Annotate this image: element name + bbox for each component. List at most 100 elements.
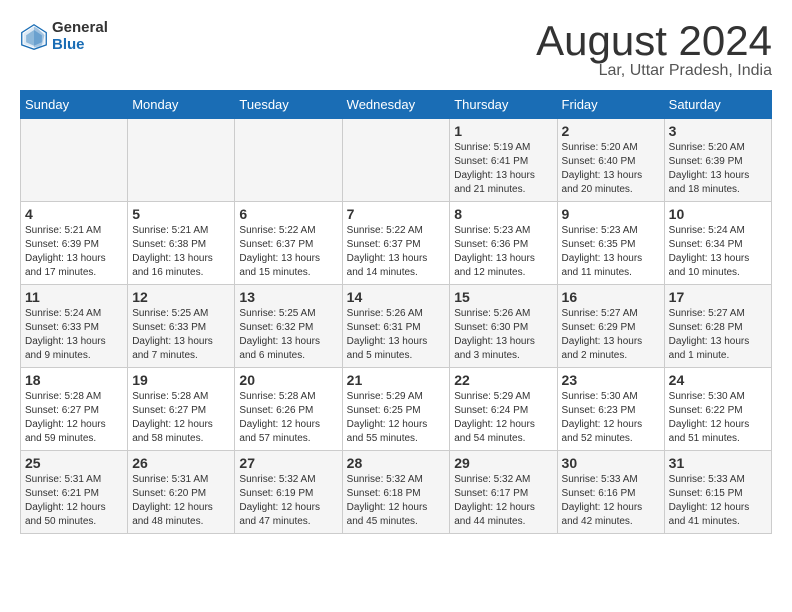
- calendar-cell: 25Sunrise: 5:31 AM Sunset: 6:21 PM Dayli…: [21, 451, 128, 534]
- logo-text: General Blue: [52, 20, 108, 53]
- day-info: Sunrise: 5:23 AM Sunset: 6:36 PM Dayligh…: [454, 224, 552, 280]
- day-info: Sunrise: 5:21 AM Sunset: 6:38 PM Dayligh…: [132, 224, 230, 280]
- day-info: Sunrise: 5:20 AM Sunset: 6:40 PM Dayligh…: [562, 141, 660, 197]
- calendar-cell: 13 Sunrise: 5:25 AM Sunset: 6:32 PM Dayli…: [235, 285, 342, 368]
- calendar-cell: 1 Sunrise: 5:19 AM Sunset: 6:41 PM Daylig…: [450, 119, 557, 202]
- day-number: 1: [454, 123, 552, 139]
- day-info: Sunrise: 5:24 AM Sunset: 6:34 PM Dayligh…: [669, 224, 767, 280]
- calendar-cell: [128, 119, 235, 202]
- day-number: 27: [239, 455, 337, 471]
- day-number: 25: [25, 455, 123, 471]
- day-info: Sunrise: 5:28 AM Sunset: 6:27 PM Dayligh…: [25, 390, 123, 446]
- location-subtitle: Lar, Uttar Pradesh, India: [536, 62, 772, 80]
- calendar-week-2: 4 Sunrise: 5:21 AM Sunset: 6:39 PM Daylig…: [21, 202, 772, 285]
- day-number: 29: [454, 455, 552, 471]
- header-cell-wednesday: Wednesday: [342, 91, 450, 119]
- day-info: Sunrise: 5:24 AM Sunset: 6:33 PM Dayligh…: [25, 307, 123, 363]
- logo-blue: Blue: [52, 37, 108, 54]
- day-number: 12: [132, 289, 230, 305]
- day-number: 16: [562, 289, 660, 305]
- calendar-cell: 18 Sunrise: 5:28 AM Sunset: 6:27 PM Dayli…: [21, 368, 128, 451]
- day-info: Sunrise: 5:25 AM Sunset: 6:32 PM Dayligh…: [239, 307, 337, 363]
- calendar-cell: 30Sunrise: 5:33 AM Sunset: 6:16 PM Dayli…: [557, 451, 664, 534]
- calendar-cell: 19 Sunrise: 5:28 AM Sunset: 6:27 PM Dayli…: [128, 368, 235, 451]
- day-info: Sunrise: 5:30 AM Sunset: 6:23 PM Dayligh…: [562, 390, 660, 446]
- day-info: Sunrise: 5:29 AM Sunset: 6:24 PM Dayligh…: [454, 390, 552, 446]
- day-info: Sunrise: 5:28 AM Sunset: 6:27 PM Dayligh…: [132, 390, 230, 446]
- calendar-cell: 31Sunrise: 5:33 AM Sunset: 6:15 PM Dayli…: [664, 451, 771, 534]
- calendar-cell: [342, 119, 450, 202]
- day-number: 19: [132, 372, 230, 388]
- calendar-cell: 21Sunrise: 5:29 AM Sunset: 6:25 PM Dayli…: [342, 368, 450, 451]
- day-info: Sunrise: 5:26 AM Sunset: 6:31 PM Dayligh…: [347, 307, 446, 363]
- day-number: 22: [454, 372, 552, 388]
- calendar-cell: [235, 119, 342, 202]
- day-info: Sunrise: 5:32 AM Sunset: 6:17 PM Dayligh…: [454, 473, 552, 529]
- day-info: Sunrise: 5:19 AM Sunset: 6:41 PM Dayligh…: [454, 141, 552, 197]
- calendar-cell: 20Sunrise: 5:28 AM Sunset: 6:26 PM Dayli…: [235, 368, 342, 451]
- calendar-cell: 2 Sunrise: 5:20 AM Sunset: 6:40 PM Daylig…: [557, 119, 664, 202]
- calendar-cell: 24 Sunrise: 5:30 AM Sunset: 6:22 PM Dayli…: [664, 368, 771, 451]
- day-number: 23: [562, 372, 660, 388]
- day-number: 14: [347, 289, 446, 305]
- day-number: 8: [454, 206, 552, 222]
- header-cell-thursday: Thursday: [450, 91, 557, 119]
- day-number: 2: [562, 123, 660, 139]
- day-number: 5: [132, 206, 230, 222]
- day-number: 15: [454, 289, 552, 305]
- day-number: 31: [669, 455, 767, 471]
- calendar-cell: 4 Sunrise: 5:21 AM Sunset: 6:39 PM Daylig…: [21, 202, 128, 285]
- day-info: Sunrise: 5:22 AM Sunset: 6:37 PM Dayligh…: [239, 224, 337, 280]
- day-number: 26: [132, 455, 230, 471]
- day-info: Sunrise: 5:32 AM Sunset: 6:19 PM Dayligh…: [239, 473, 337, 529]
- logo-general: General: [52, 20, 108, 37]
- day-number: 13: [239, 289, 337, 305]
- logo-icon: [20, 23, 48, 51]
- day-number: 4: [25, 206, 123, 222]
- calendar-cell: 22 Sunrise: 5:29 AM Sunset: 6:24 PM Dayli…: [450, 368, 557, 451]
- logo: General Blue: [20, 20, 108, 53]
- day-number: 10: [669, 206, 767, 222]
- calendar-week-3: 11Sunrise: 5:24 AM Sunset: 6:33 PM Dayli…: [21, 285, 772, 368]
- day-number: 6: [239, 206, 337, 222]
- day-info: Sunrise: 5:30 AM Sunset: 6:22 PM Dayligh…: [669, 390, 767, 446]
- day-info: Sunrise: 5:25 AM Sunset: 6:33 PM Dayligh…: [132, 307, 230, 363]
- month-title: August 2024: [536, 20, 772, 62]
- calendar-cell: 26 Sunrise: 5:31 AM Sunset: 6:20 PM Dayli…: [128, 451, 235, 534]
- day-info: Sunrise: 5:21 AM Sunset: 6:39 PM Dayligh…: [25, 224, 123, 280]
- calendar-cell: 17 Sunrise: 5:27 AM Sunset: 6:28 PM Dayli…: [664, 285, 771, 368]
- header-cell-sunday: Sunday: [21, 91, 128, 119]
- day-info: Sunrise: 5:33 AM Sunset: 6:16 PM Dayligh…: [562, 473, 660, 529]
- title-block: August 2024 Lar, Uttar Pradesh, India: [536, 20, 772, 80]
- day-number: 9: [562, 206, 660, 222]
- day-info: Sunrise: 5:26 AM Sunset: 6:30 PM Dayligh…: [454, 307, 552, 363]
- calendar-week-1: 1 Sunrise: 5:19 AM Sunset: 6:41 PM Daylig…: [21, 119, 772, 202]
- day-info: Sunrise: 5:32 AM Sunset: 6:18 PM Dayligh…: [347, 473, 446, 529]
- day-info: Sunrise: 5:29 AM Sunset: 6:25 PM Dayligh…: [347, 390, 446, 446]
- calendar-cell: 5 Sunrise: 5:21 AM Sunset: 6:38 PM Daylig…: [128, 202, 235, 285]
- calendar-header-row: SundayMondayTuesdayWednesdayThursdayFrid…: [21, 91, 772, 119]
- calendar-cell: 15 Sunrise: 5:26 AM Sunset: 6:30 PM Dayli…: [450, 285, 557, 368]
- day-info: Sunrise: 5:27 AM Sunset: 6:28 PM Dayligh…: [669, 307, 767, 363]
- header-cell-monday: Monday: [128, 91, 235, 119]
- header-cell-saturday: Saturday: [664, 91, 771, 119]
- calendar-cell: 8 Sunrise: 5:23 AM Sunset: 6:36 PM Daylig…: [450, 202, 557, 285]
- day-number: 20: [239, 372, 337, 388]
- day-number: 7: [347, 206, 446, 222]
- day-number: 24: [669, 372, 767, 388]
- calendar-cell: 28 Sunrise: 5:32 AM Sunset: 6:18 PM Dayli…: [342, 451, 450, 534]
- day-info: Sunrise: 5:22 AM Sunset: 6:37 PM Dayligh…: [347, 224, 446, 280]
- calendar-week-5: 25Sunrise: 5:31 AM Sunset: 6:21 PM Dayli…: [21, 451, 772, 534]
- calendar-cell: 29 Sunrise: 5:32 AM Sunset: 6:17 PM Dayli…: [450, 451, 557, 534]
- calendar-cell: 16Sunrise: 5:27 AM Sunset: 6:29 PM Dayli…: [557, 285, 664, 368]
- day-number: 18: [25, 372, 123, 388]
- calendar-week-4: 18 Sunrise: 5:28 AM Sunset: 6:27 PM Dayli…: [21, 368, 772, 451]
- day-number: 3: [669, 123, 767, 139]
- calendar-cell: 27 Sunrise: 5:32 AM Sunset: 6:19 PM Dayli…: [235, 451, 342, 534]
- day-number: 28: [347, 455, 446, 471]
- calendar-cell: 12 Sunrise: 5:25 AM Sunset: 6:33 PM Dayli…: [128, 285, 235, 368]
- calendar-cell: 9Sunrise: 5:23 AM Sunset: 6:35 PM Daylig…: [557, 202, 664, 285]
- calendar-table: SundayMondayTuesdayWednesdayThursdayFrid…: [20, 90, 772, 534]
- day-info: Sunrise: 5:31 AM Sunset: 6:20 PM Dayligh…: [132, 473, 230, 529]
- day-number: 17: [669, 289, 767, 305]
